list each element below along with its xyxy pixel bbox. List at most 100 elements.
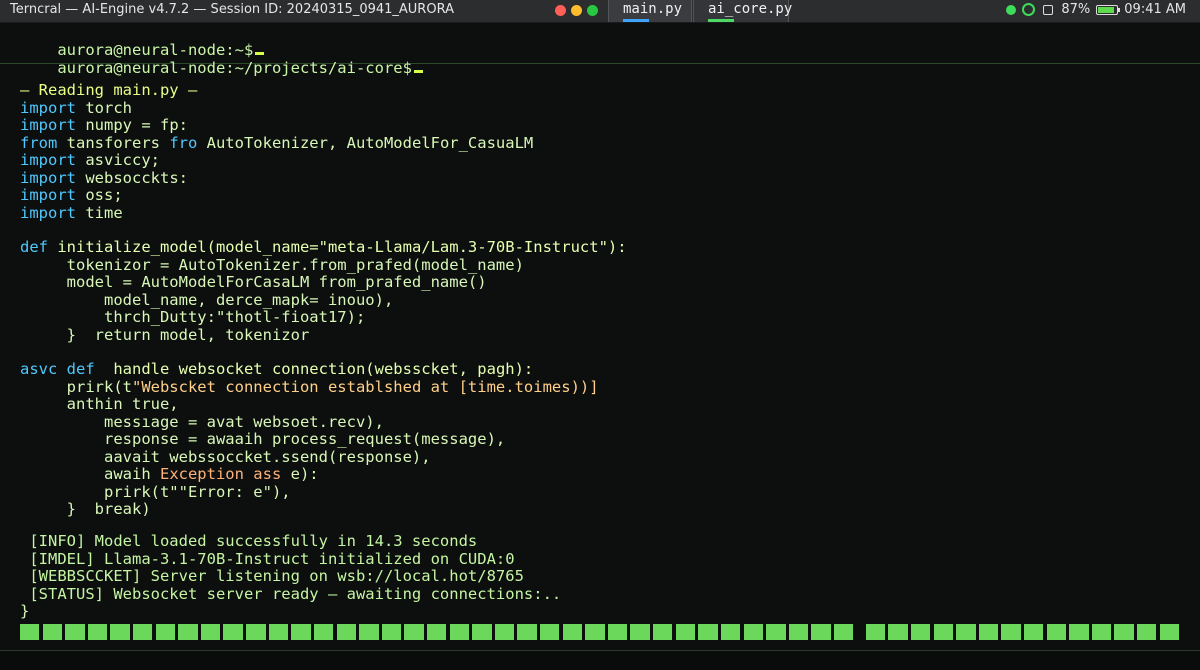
progress-block [426,624,447,640]
log-line: [IMDEL] Llama-3.1-70B-Instruct initializ… [20,549,515,568]
code-line: anthin true, [20,395,179,413]
progress-block [630,624,650,640]
tab-label: ai_core.py [708,1,793,17]
prompt-text: aurora@neural-node:~/projects/ai-core$ [57,59,412,78]
progress-block [540,624,560,640]
progress-block [291,624,311,640]
tab-indicator [623,19,649,22]
progress-block [155,624,176,640]
progress-block [472,624,492,640]
progress-block [178,624,198,640]
code-line: import time [20,203,123,222]
phone-icon [1041,4,1055,15]
closing-brace: } [20,602,30,620]
status-area: 87% 09:41 AM [1006,2,1186,17]
progress-block [766,624,786,640]
progress-block [449,624,469,640]
code-line: messıage = avat websoet.recv), [20,412,384,431]
progress-bar [20,624,1180,640]
close-window-button[interactable] [555,5,566,16]
progress-block [1091,624,1112,640]
title-bar: Terncral — AI-Engine v4.7.2 — Session ID… [0,0,1200,23]
progress-block [1114,624,1134,640]
code-line: response = awaaih process_request(messag… [20,430,506,448]
code-output: — Reading main.py — import torch import … [0,81,1200,620]
progress-block [20,624,40,640]
progress-block [888,624,908,640]
clock: 09:41 AM [1124,2,1186,17]
code-line: prirk(t"Webscket connection establshed a… [20,377,599,396]
progress-block [404,624,424,640]
maximize-window-button[interactable] [587,5,598,16]
progress-block [1159,624,1180,640]
progress-block [607,624,628,640]
progress-block [1024,624,1044,640]
tab-label: main.py [623,1,683,17]
progress-block [133,624,153,640]
progress-block [1069,624,1089,640]
code-line: thrch_Dutty:"thotl-fioat17); [20,308,366,326]
battery-icon [1096,4,1121,15]
progress-block [933,624,953,640]
progress-block [910,624,931,640]
code-line: aavait webssoccket.ssend(response), [20,447,431,466]
record-ring-icon [1022,3,1036,16]
progress-block [200,624,221,640]
progress-block [562,624,583,640]
status-dot-icon [1006,4,1017,15]
code-line: prirk(t""Error: e"), [20,482,291,501]
code-line: } break) [20,500,151,518]
progress-block [494,624,515,640]
code-line: def initialize_model(model_name="meta-Ll… [20,238,627,256]
progress-block [359,624,379,640]
code-line: from tansforers fro AutoTokenizer, AutoM… [20,133,534,152]
progress-block [1046,624,1067,640]
progress-block [1001,624,1021,640]
tab-ai-core-py[interactable]: ai_core.py [693,0,793,22]
progress-gap [857,624,863,640]
progress-block [833,624,854,640]
progress-block [223,624,243,640]
progress-block [811,624,831,640]
file-header: — Reading main.py — [20,81,198,99]
progress-block [698,624,718,640]
progress-block [675,624,696,640]
progress-block [956,624,976,640]
code-line: import oss; [20,186,123,204]
progress-block [720,624,741,640]
code-line: tokenizor = AutoTokenizer.from_prafed(mo… [20,255,524,274]
progress-block [978,624,999,640]
progress-block [585,624,605,640]
tab-indicator [708,19,734,22]
log-line: [STATUS] Websocket server ready — awaiti… [20,584,562,603]
progress-block [788,624,809,640]
code-line: import torch [20,98,132,117]
input-line[interactable] [0,650,1200,670]
code-line: asvc def handle websocket connection(web… [20,360,534,378]
progress-block [336,624,356,640]
progress-block [42,624,63,640]
code-line: } return model, tokenizor [20,325,310,344]
code-line: import asviccy; [20,151,160,169]
progress-block [313,624,334,640]
progress-block [517,624,537,640]
prompt-area: aurora@neural-node:~$ aurora@neural-node… [0,23,1200,77]
progress-block [87,624,108,640]
progress-block [110,624,130,640]
minimize-window-button[interactable] [571,5,582,16]
code-line: import numpy = fp: [20,116,188,134]
progress-block [653,624,673,640]
code-line: model_name, derce_mapk= inouo), [20,290,394,309]
battery-percent: 87% [1061,2,1091,17]
code-line: import websocckts: [20,168,188,187]
progress-block [865,624,886,640]
progress-block [743,624,763,640]
progress-block [65,624,85,640]
tab-main-py[interactable]: main.py [608,0,692,22]
log-line: [INFO] Model loaded successfully in 14.3… [20,532,478,550]
code-line: awaih Exception ass e): [20,465,319,483]
code-line: model = AutoModelForCasaLM from_prafed_n… [20,273,487,291]
log-line: [WEBBSCCKET] Server listening on wsb://l… [20,567,524,585]
cursor-icon [413,70,423,74]
progress-block [246,624,266,640]
